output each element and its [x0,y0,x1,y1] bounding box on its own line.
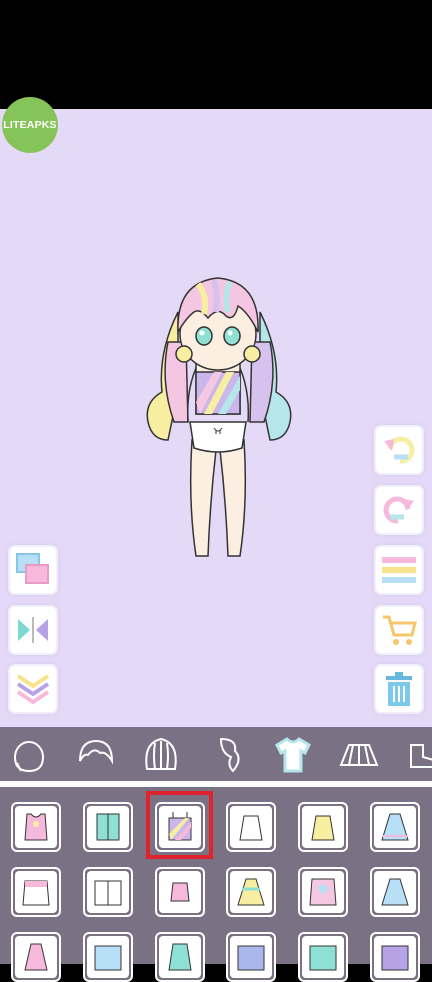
top-black-bar [0,0,432,109]
flip-horizontal-icon [18,617,48,643]
item-white-camisole[interactable] [226,802,276,852]
watermark-label: LITEAPKS [3,119,57,131]
selected-item-frame [146,791,213,859]
purple-tee-icon [381,945,409,971]
item-yellow-camisole[interactable] [298,802,348,852]
face-icon [13,741,45,773]
sailor-icon [237,945,265,971]
pink-tank-icon [24,813,48,841]
item-sailor-partial[interactable] [226,932,276,982]
item-white-blouse[interactable] [83,867,133,917]
undo-icon [384,436,415,464]
flip-button[interactable] [10,607,56,653]
menu-lines-icon [382,557,416,583]
item-blue-ruffle-dress[interactable] [370,802,420,852]
undo-button[interactable] [376,427,422,473]
heart-dress-icon [309,878,337,906]
clothing-item-grid [0,787,432,964]
mint-shirt-icon [96,813,120,841]
redo-icon [383,496,414,524]
character-figure [146,277,292,557]
shoes-tab[interactable] [402,734,432,776]
item-mint-dress-partial[interactable] [155,932,205,982]
blue-shirt-icon [94,945,122,971]
liteapks-watermark: LITEAPKS [2,97,58,153]
hair-front-icon [79,739,114,765]
white-cami-icon [239,815,263,841]
item-pink-camisole[interactable] [155,867,205,917]
item-purple-tee-partial[interactable] [370,932,420,982]
shirt-icon [275,737,311,773]
ponytail-icon [219,737,240,773]
shop-button[interactable] [376,607,422,653]
layers-icon [16,553,49,584]
face-tab[interactable] [8,734,50,776]
hair-back-tab[interactable] [140,734,182,776]
item-mint-tee-partial[interactable] [298,932,348,982]
hair-front-tab[interactable] [75,734,117,776]
item-blue-frill-dress[interactable] [370,867,420,917]
item-yellow-bow-dress[interactable] [226,867,276,917]
chevrons-down-icon [16,674,50,705]
layers-button[interactable] [10,547,56,593]
skirt-icon [339,744,379,766]
trash-icon [386,672,412,706]
ruffle-top-icon [22,880,50,906]
yellow-dress-icon [237,878,265,906]
blue-frill-icon [381,878,409,906]
trash-button[interactable] [376,666,422,712]
mint-dress-icon [168,943,192,971]
pink-dress-icon [24,943,48,971]
item-pink-dress-partial[interactable] [11,932,61,982]
yellow-cami-icon [311,815,335,841]
white-blouse-icon [94,880,122,906]
shopping-cart-icon [383,615,417,645]
item-blue-shirt-partial[interactable] [83,932,133,982]
menu-button[interactable] [376,547,422,593]
blue-dress-icon [381,813,409,841]
mint-tee-icon [309,945,337,971]
hair-back-icon [145,737,177,770]
ponytail-tab[interactable] [206,734,248,776]
pink-cami-icon [170,882,190,902]
item-mint-shirt[interactable] [83,802,133,852]
item-pink-ruffle-top[interactable] [11,867,61,917]
shoe-icon [410,744,432,768]
skirts-tab[interactable] [338,734,380,776]
tops-tab[interactable] [272,734,314,776]
item-heart-pinafore[interactable] [298,867,348,917]
collapse-button[interactable] [10,666,56,712]
redo-button[interactable] [376,487,422,533]
item-pink-love-tank[interactable] [11,802,61,852]
